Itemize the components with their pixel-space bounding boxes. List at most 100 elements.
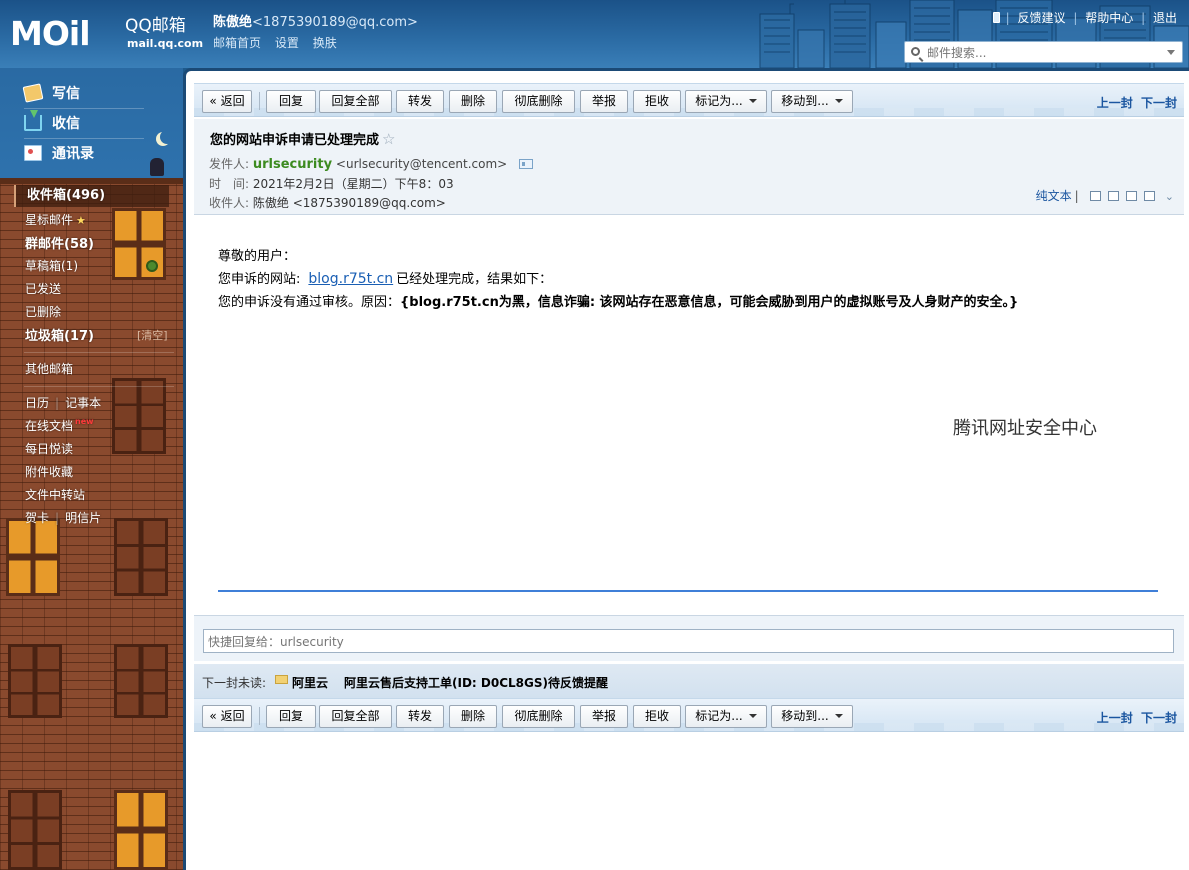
view-tools: 纯文本 | ⌄ — [1035, 189, 1174, 203]
print-icon[interactable] — [1143, 191, 1155, 201]
folder-group-mail[interactable]: 群邮件(58) — [25, 233, 94, 252]
qqmail-logo[interactable]: MOil QQ邮箱 mail.qq.com — [10, 14, 203, 54]
expand-details-icon[interactable]: ⌄ — [1165, 190, 1174, 203]
body-line-result: 您的申诉没有通过审核。原因：{blog.r75t.cn为黑，信息诈骗: 该网站存… — [218, 291, 1018, 314]
reject-sender-button[interactable]: 拒收 — [633, 705, 681, 728]
logo-qqmail-text: QQ邮箱 — [125, 16, 186, 36]
reject-sender-button[interactable]: 拒收 — [633, 90, 681, 113]
mail-header: 您的网站申诉申请已处理完成 ☆ 发件人: urlsecurity <urlsecu… — [194, 119, 1184, 215]
new-window-icon[interactable] — [1090, 191, 1102, 201]
back-button[interactable]: « 返回 — [202, 705, 252, 728]
previous-mail-link[interactable]: 上一封 — [1097, 711, 1133, 725]
next-mail-link[interactable]: 下一封 — [1141, 711, 1177, 725]
contact-card-icon[interactable] — [519, 159, 534, 169]
chevron-down-icon — [748, 99, 757, 103]
move-to-dropdown[interactable]: 移动到... — [771, 705, 853, 728]
mail-search-input[interactable] — [927, 44, 1157, 61]
folder-deleted[interactable]: 已删除 — [25, 303, 61, 320]
spam-clear-link[interactable]: [清空] — [137, 327, 168, 343]
folder-inbox[interactable]: 收件箱(496) — [14, 185, 169, 207]
mobile-phone-icon[interactable] — [992, 12, 1000, 23]
mail-reading-pane: « 返回 回复 回复全部 转发 删除 彻底删除 举报 拒收 标记为... 移动到… — [183, 68, 1189, 870]
cards-postcards-row: 贺卡 | 明信片 — [25, 511, 102, 525]
folder-sent[interactable]: 已发送 — [25, 280, 61, 297]
window-decoration — [114, 518, 168, 596]
chevron-down-icon — [834, 714, 843, 718]
star-outline-icon[interactable]: ☆ — [382, 130, 395, 148]
quick-reply-input[interactable] — [203, 629, 1174, 653]
new-badge: new — [75, 417, 94, 426]
sender-name[interactable]: urlsecurity — [253, 157, 332, 172]
move-to-dropdown[interactable]: 移动到... — [771, 90, 853, 113]
mailbox-home-link[interactable]: 邮箱首页 — [213, 36, 261, 50]
body-result-reason: {blog.r75t.cn为黑，信息诈骗: 该网站存在恶意信息，可能会威胁到用户… — [400, 295, 1019, 310]
forward-button[interactable]: 转发 — [396, 705, 444, 728]
next-unread-bar: 下一封未读: 阿里云 阿里云售后支持工单(ID: D0CL8GS)待反馈提醒 — [194, 664, 1184, 698]
bottom-toolbar: « 返回 回复 回复全部 转发 删除 彻底删除 举报 拒收 标记为... 移动到… — [194, 698, 1184, 732]
top-toolbar: « 返回 回复 回复全部 转发 删除 彻底删除 举报 拒收 标记为... 移动到… — [194, 83, 1184, 117]
site-link[interactable]: blog.r75t.cn — [308, 271, 393, 287]
time-row: 时 间: 2021年2月2日（星期二）下午8：03 — [209, 175, 454, 192]
notes-link[interactable]: 记事本 — [65, 396, 101, 410]
feedback-link[interactable]: 反馈建议 — [1018, 11, 1066, 25]
calendar-link[interactable]: 日历 — [25, 396, 49, 410]
lit-window-decoration — [114, 790, 168, 870]
mark-as-dropdown[interactable]: 标记为... — [685, 90, 767, 113]
logo-domain-text: mail.qq.com — [127, 37, 204, 50]
folder-drafts[interactable]: 草稿箱(1) — [25, 257, 78, 274]
postcards-link[interactable]: 明信片 — [65, 511, 101, 525]
move-to-label: 移动到... — [781, 94, 829, 108]
mark-as-dropdown[interactable]: 标记为... — [685, 705, 767, 728]
next-unread-subject[interactable]: 阿里云售后支持工单(ID: D0CL8GS)待反馈提醒 — [344, 674, 608, 691]
next-mail-link[interactable]: 下一封 — [1141, 96, 1177, 110]
settings-link[interactable]: 设置 — [275, 36, 299, 50]
plant-decoration — [146, 260, 158, 272]
search-dropdown-icon[interactable] — [1167, 50, 1175, 55]
reply-all-button[interactable]: 回复全部 — [319, 705, 392, 728]
reply-button[interactable]: 回复 — [266, 705, 316, 728]
next-unread-sender[interactable]: 阿里云 — [292, 674, 328, 691]
attachment-favorites-link[interactable]: 附件收藏 — [25, 463, 73, 480]
body-line-site: 您申诉的网站: blog.r75t.cn 已经处理完成，结果如下： — [218, 268, 1018, 291]
compose-label: 写信 — [52, 86, 80, 102]
previous-mail-link[interactable]: 上一封 — [1097, 96, 1133, 110]
contacts-label: 通讯录 — [52, 146, 94, 162]
folder-starred-label: 星标邮件 — [25, 213, 74, 227]
change-skin-link[interactable]: 换肤 — [313, 36, 337, 50]
back-button[interactable]: « 返回 — [202, 90, 252, 113]
logout-link[interactable]: 退出 — [1153, 11, 1177, 25]
reply-button[interactable]: 回复 — [266, 90, 316, 113]
recipient: 陈傲绝 <1875390189@qq.com> — [252, 196, 446, 210]
folder-starred[interactable]: 星标邮件 ★ — [25, 211, 86, 228]
folder-other-mailboxes[interactable]: 其他邮箱 — [25, 360, 73, 377]
from-label: 发件人: — [209, 157, 250, 171]
mail-search-box[interactable] — [904, 41, 1183, 63]
receive-mail-label: 收信 — [52, 116, 80, 132]
forward-button[interactable]: 转发 — [396, 90, 444, 113]
help-center-link[interactable]: 帮助中心 — [1085, 11, 1133, 25]
plain-text-link[interactable]: 纯文本 — [1036, 189, 1072, 203]
report-spam-button[interactable]: 举报 — [580, 90, 628, 113]
contacts-button[interactable]: 通讯录 — [24, 142, 94, 164]
copy-icon[interactable] — [1108, 191, 1120, 201]
folder-spam[interactable]: 垃圾箱(17) — [25, 325, 94, 344]
delete-forever-button[interactable]: 彻底删除 — [502, 705, 575, 728]
daily-reading-link[interactable]: 每日悦读 — [25, 440, 73, 457]
sidebar-actions-area: 写信 收信 通讯录 — [0, 68, 183, 178]
receive-mail-button[interactable]: 收信 — [24, 110, 80, 134]
lit-window-decoration — [112, 208, 166, 280]
online-docs-link[interactable]: 在线文档 new — [25, 417, 94, 434]
user-info: 陈傲绝<1875390189@qq.com> 邮箱首页 设置 换肤 — [213, 15, 418, 51]
delete-button[interactable]: 删除 — [449, 705, 497, 728]
greeting-cards-link[interactable]: 贺卡 — [25, 511, 49, 525]
report-spam-button[interactable]: 举报 — [580, 705, 628, 728]
mail-subject-text: 您的网站申诉申请已处理完成 — [210, 133, 380, 148]
delete-button[interactable]: 删除 — [449, 90, 497, 113]
mail-body: 尊敬的用户： 您申诉的网站: blog.r75t.cn 已经处理完成，结果如下： 您… — [218, 245, 1018, 314]
window-decoration — [8, 644, 62, 718]
save-icon[interactable] — [1126, 191, 1138, 201]
delete-forever-button[interactable]: 彻底删除 — [502, 90, 575, 113]
file-transfer-link[interactable]: 文件中转站 — [25, 486, 85, 503]
compose-button[interactable]: 写信 — [22, 82, 80, 104]
reply-all-button[interactable]: 回复全部 — [319, 90, 392, 113]
